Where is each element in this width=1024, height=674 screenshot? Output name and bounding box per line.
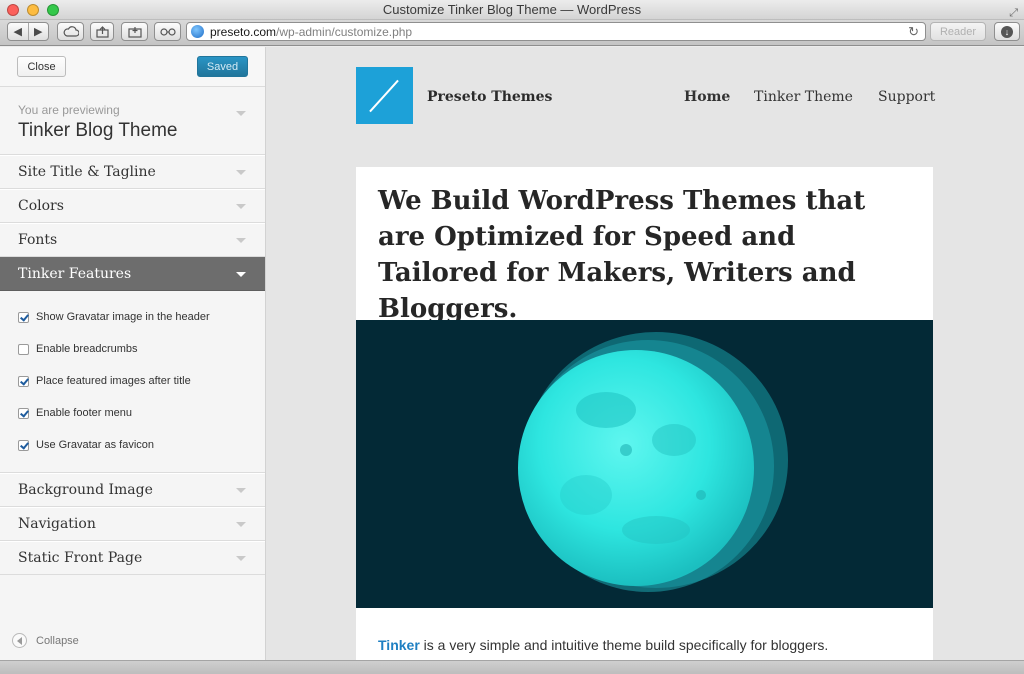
checkbox[interactable] <box>18 343 29 355</box>
site-name[interactable]: Preseto Themes <box>427 89 552 105</box>
intro-text: is a very simple and intuitive theme bui… <box>419 637 829 653</box>
reading-glasses-icon <box>159 28 176 36</box>
chevron-down-icon <box>236 238 246 243</box>
feature-option[interactable]: Show Gravatar image in the header <box>0 301 265 333</box>
window-titlebar: Customize Tinker Blog Theme — WordPress … <box>0 0 1024 20</box>
theme-name: Tinker Blog Theme <box>18 120 178 141</box>
customizer-sidebar: Close Saved You are previewing Tinker Bl… <box>0 47 266 660</box>
chevron-down-icon <box>236 111 246 116</box>
feature-label: Show Gravatar image in the header <box>36 311 210 323</box>
tinker-features-panel: Show Gravatar image in the header Enable… <box>0 291 265 473</box>
section-colors[interactable]: Colors <box>0 189 265 223</box>
reader-button[interactable]: Reader <box>930 22 986 41</box>
close-window-icon[interactable] <box>7 4 19 16</box>
feature-option[interactable]: Place featured images after title <box>0 365 265 397</box>
chevron-down-icon <box>236 272 246 277</box>
section-label: Colors <box>18 198 64 214</box>
checkbox[interactable] <box>18 407 29 419</box>
page-headline: We Build WordPress Themes that are Optim… <box>378 186 866 324</box>
window-controls <box>7 4 59 16</box>
forward-arrow-icon[interactable]: ▶ <box>28 25 48 38</box>
content-card: We Build WordPress Themes that are Optim… <box>356 167 933 660</box>
cloud-icon <box>63 26 79 37</box>
top-sites-button[interactable] <box>121 22 148 41</box>
feature-option[interactable]: Use Gravatar as favicon <box>0 429 265 461</box>
browser-toolbar: ◀ ▶ preseto.com /wp-admin/customize.php … <box>0 20 1024 46</box>
checkbox[interactable] <box>18 311 29 323</box>
section-label: Background Image <box>18 482 153 498</box>
icloud-tabs-button[interactable] <box>57 22 84 41</box>
share-icon <box>95 25 109 38</box>
chevron-down-icon <box>236 522 246 527</box>
saved-button[interactable]: Saved <box>197 56 248 77</box>
back-forward-group: ◀ ▶ <box>7 22 49 41</box>
zoom-window-icon[interactable] <box>47 4 59 16</box>
section-label: Site Title & Tagline <box>18 164 156 180</box>
feature-option[interactable]: Enable breadcrumbs <box>0 333 265 365</box>
feature-label: Place featured images after title <box>36 375 191 387</box>
feature-label: Enable footer menu <box>36 407 133 419</box>
url-host: preseto.com <box>210 24 277 39</box>
section-label: Tinker Features <box>18 266 132 282</box>
section-label: Navigation <box>18 516 96 532</box>
featured-image <box>356 320 933 608</box>
chevron-down-icon <box>236 170 246 175</box>
section-site-title-tagline[interactable]: Site Title & Tagline <box>0 155 265 189</box>
close-button[interactable]: Close <box>17 56 66 77</box>
section-label: Static Front Page <box>18 550 143 566</box>
url-path: /wp-admin/customize.php <box>276 24 413 39</box>
collapse-label: Collapse <box>36 634 79 647</box>
intro-paragraph: Tinker is a very simple and intuitive th… <box>378 637 828 653</box>
chevron-down-icon <box>236 204 246 209</box>
section-fonts[interactable]: Fonts <box>0 223 265 257</box>
site-logo[interactable] <box>356 67 413 124</box>
share-button[interactable] <box>90 22 114 41</box>
feature-label: Use Gravatar as favicon <box>36 439 154 451</box>
reload-icon[interactable]: ↻ <box>908 24 919 40</box>
moon-image <box>518 332 788 592</box>
tinker-link[interactable]: Tinker <box>378 637 420 653</box>
theme-preview-info[interactable]: You are previewing Tinker Blog Theme <box>0 87 265 155</box>
chevron-down-icon <box>236 556 246 561</box>
customizer-header: Close Saved <box>0 47 265 87</box>
feature-label: Enable breadcrumbs <box>36 343 138 355</box>
window-bottom-bar <box>0 660 1024 674</box>
minimize-window-icon[interactable] <box>27 4 39 16</box>
nav-home[interactable]: Home <box>684 89 730 105</box>
checkbox[interactable] <box>18 375 29 387</box>
site-preview: Preseto Themes Home Tinker Theme Support… <box>266 47 1024 660</box>
section-background-image[interactable]: Background Image <box>0 473 265 507</box>
feature-option[interactable]: Enable footer menu <box>0 397 265 429</box>
downloads-button[interactable]: ↓ <box>994 22 1020 41</box>
collapse-button[interactable]: Collapse <box>12 633 79 648</box>
section-tinker-features[interactable]: Tinker Features <box>0 257 265 291</box>
chevron-down-icon <box>236 488 246 493</box>
nav-tinker-theme[interactable]: Tinker Theme <box>754 89 853 105</box>
nav-support[interactable]: Support <box>878 89 935 105</box>
top-sites-icon <box>127 26 142 38</box>
collapse-arrow-icon <box>12 633 27 648</box>
section-static-front-page[interactable]: Static Front Page <box>0 541 265 575</box>
address-bar[interactable]: preseto.com /wp-admin/customize.php ↻ <box>186 22 926 41</box>
section-label: Fonts <box>18 232 58 248</box>
globe-icon <box>191 25 204 38</box>
section-navigation[interactable]: Navigation <box>0 507 265 541</box>
back-arrow-icon[interactable]: ◀ <box>8 25 28 38</box>
previewing-label: You are previewing <box>18 103 120 117</box>
checkbox[interactable] <box>18 439 29 451</box>
download-icon: ↓ <box>1001 25 1013 38</box>
window-title: Customize Tinker Blog Theme — WordPress <box>382 2 642 17</box>
reading-list-button[interactable] <box>154 22 181 41</box>
